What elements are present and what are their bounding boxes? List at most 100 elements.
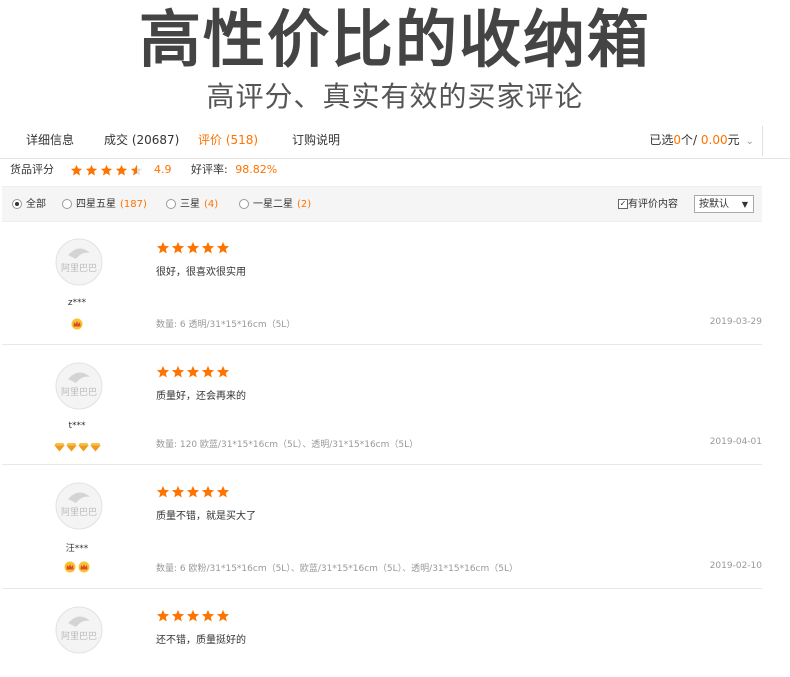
tab-details[interactable]: 详细信息: [26, 122, 74, 158]
review-purchase-info: 数量: 6 欧粉/31*15*16cm（5L）、欧蓝/31*15*16cm（5L…: [156, 564, 519, 574]
review-stars: [156, 237, 231, 256]
review-purchase-info: 数量: 6 透明/31*15*16cm（5L）: [156, 320, 296, 330]
review-filter-bar: 全部 四星五星 (187) 三星 (4) 一星二星 (2) ✓ 有评价内容 按默认 ▼: [2, 186, 762, 222]
review-username: z***: [67, 298, 87, 308]
buyer-level-badge: [2, 558, 152, 577]
review-purchase-info: 数量: 120 欧蓝/31*15*16cm（5L）、透明/31*15*16cm（…: [156, 440, 419, 450]
filter-four-five-star[interactable]: 四星五星 (187): [62, 198, 147, 212]
radio-icon: [166, 199, 176, 209]
review-date: 2019-04-01: [709, 437, 762, 447]
filter-label: 全部: [26, 199, 46, 210]
avatar-logo-icon: 阿里巴巴: [55, 606, 103, 654]
selection-unit: 个/: [681, 133, 698, 147]
filter-count: (2): [297, 199, 312, 210]
filter-count: (187): [120, 199, 147, 210]
star-icon: [171, 485, 185, 497]
svg-text:阿里巴巴: 阿里巴巴: [61, 263, 97, 274]
selection-amount: 0.00: [700, 133, 728, 147]
star-icon: [186, 365, 200, 377]
filter-count: (4): [204, 199, 219, 210]
sort-value: 按默认: [699, 199, 729, 210]
radio-icon: [239, 199, 249, 209]
review-text: 质量不错，就是买大了: [156, 511, 256, 522]
star-icon: [156, 609, 170, 621]
tab-reviews[interactable]: 评价 (518): [198, 122, 258, 158]
rating-score: 4.9: [154, 163, 172, 176]
filter-all[interactable]: 全部: [12, 198, 46, 212]
product-rating: 货品评分 4.9 好评率: 98.82%: [10, 160, 277, 180]
review-username: t***: [68, 421, 86, 431]
star-icon: [156, 365, 170, 377]
star-icon: [201, 241, 215, 253]
star-icon: [216, 485, 230, 497]
review-item: 阿里巴巴 t*** 质量好，还会再来的 数量: 120 欧蓝/31*15*16c…: [2, 345, 762, 465]
crown-icon: [78, 561, 90, 573]
filter-label: 一星二星: [253, 199, 293, 210]
diamond-icon: [54, 443, 64, 452]
buyer-level-badge: [2, 437, 152, 456]
star-icon: [201, 365, 215, 377]
star-icon: [171, 609, 185, 621]
review-stars: [156, 481, 231, 500]
tab-order-instructions[interactable]: 订购说明: [292, 122, 340, 158]
positive-rate-label: 好评率:: [191, 163, 228, 176]
filter-label: 四星五星: [76, 199, 116, 210]
banner-subtitle: 高评分、真实有效的买家评论: [206, 80, 584, 113]
review-stars: [156, 361, 231, 380]
star-icon: [201, 609, 215, 621]
selection-count: 0: [673, 133, 681, 147]
diamond-icon: [90, 443, 100, 452]
diamond-icon: [66, 443, 76, 452]
review-item: 阿里巴巴 汪*** 质量不错，就是买大了 数量: 6 欧粉/31*15*16cm…: [2, 465, 762, 589]
filter-label: 三星: [180, 199, 200, 210]
sort-select[interactable]: 按默认 ▼: [694, 195, 754, 213]
review-username: 汪***: [65, 544, 89, 554]
positive-rate-value: 98.82%: [235, 163, 278, 176]
star-icon: [70, 164, 82, 175]
star-icon: [216, 609, 230, 621]
review-item: 阿里巴巴 z*** 很好，很喜欢很实用 数量: 6 透明/31*15*16cm（…: [2, 221, 762, 345]
star-icon: [186, 485, 200, 497]
star-icon: [186, 609, 200, 621]
review-date: 2019-03-29: [709, 317, 762, 327]
buyer-level-badge: [2, 315, 152, 334]
star-icon: [216, 241, 230, 253]
divider: [762, 126, 763, 156]
detail-tabs: 详细信息 成交 (20687) 评价 (518) 订购说明 已选0个/ 0.00…: [0, 122, 790, 159]
rating-stars: [70, 160, 145, 180]
star-icon: [171, 241, 185, 253]
star-icon: [115, 164, 127, 175]
avatar-logo-icon: 阿里巴巴: [55, 362, 103, 410]
filter-three-star[interactable]: 三星 (4): [166, 198, 218, 212]
star-icon: [156, 241, 170, 253]
chevron-down-icon: ⌄: [745, 136, 754, 147]
review-stars: [156, 605, 231, 624]
has-content-checkbox[interactable]: ✓ 有评价内容: [618, 198, 678, 212]
avatar-logo-icon: 阿里巴巴: [55, 238, 103, 286]
star-icon: [216, 365, 230, 377]
filter-one-two-star[interactable]: 一星二星 (2): [239, 198, 311, 212]
selection-summary[interactable]: 已选0个/ 0.00元 ⌄: [649, 122, 754, 158]
checkbox-icon: ✓: [618, 199, 628, 209]
diamond-icon: [78, 443, 88, 452]
review-date: 2019-02-10: [709, 561, 762, 571]
rating-label: 货品评分: [10, 163, 54, 176]
crown-icon: [71, 318, 83, 330]
selection-currency: 元: [727, 133, 740, 147]
crown-icon: [64, 561, 76, 573]
star-icon: [130, 164, 142, 175]
tab-transactions[interactable]: 成交 (20687): [104, 122, 179, 158]
dropdown-arrow-icon: ▼: [741, 200, 748, 209]
star-icon: [85, 164, 97, 175]
svg-text:阿里巴巴: 阿里巴巴: [61, 387, 97, 398]
star-icon: [100, 164, 112, 175]
star-icon: [171, 365, 185, 377]
star-icon: [156, 485, 170, 497]
radio-icon: [12, 199, 22, 209]
svg-text:阿里巴巴: 阿里巴巴: [61, 631, 97, 642]
review-text: 很好，很喜欢很实用: [156, 267, 246, 278]
radio-icon: [62, 199, 72, 209]
promo-banner: 高性价比的收纳箱 高评分、真实有效的买家评论: [0, 0, 790, 120]
star-icon: [201, 485, 215, 497]
review-text: 还不错，质量挺好的: [156, 635, 246, 646]
